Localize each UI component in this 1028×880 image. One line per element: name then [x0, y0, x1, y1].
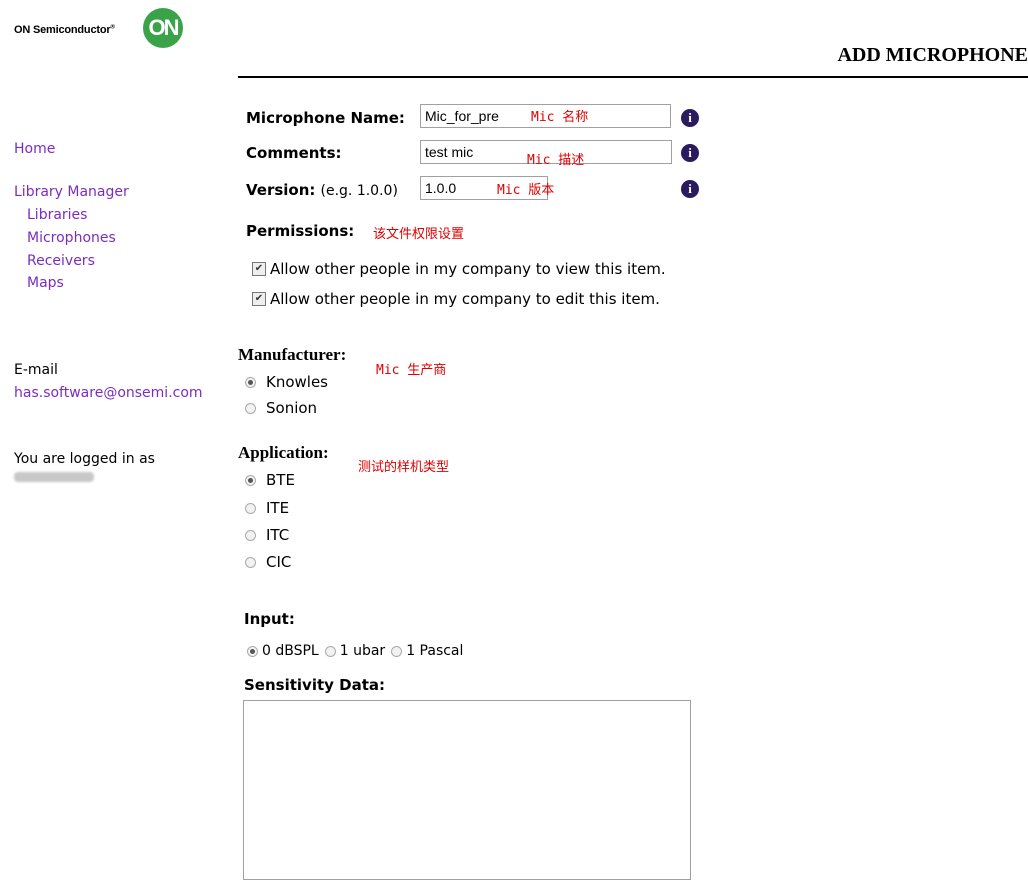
- manufacturer-label: Manufacturer:: [238, 345, 347, 364]
- registered-mark: ®: [110, 24, 115, 31]
- allow-view-label: Allow other people in my company to view…: [270, 260, 666, 278]
- allow-edit-checkbox[interactable]: ✔: [252, 292, 266, 306]
- logged-in-label: You are logged in as: [14, 451, 155, 467]
- sensitivity-data-label: Sensitivity Data:: [244, 676, 385, 694]
- comments-annotation: Mic 描述: [527, 153, 585, 168]
- email-label: E-mail: [14, 362, 58, 378]
- name-annotation: Mic 名称: [531, 110, 589, 125]
- itc-label: ITC: [266, 526, 290, 544]
- ite-radio[interactable]: [245, 502, 256, 514]
- ite-label: ITE: [266, 499, 290, 517]
- pascal-radio[interactable]: [391, 645, 403, 657]
- input-option-ubar[interactable]: 1 ubar: [324, 643, 386, 659]
- pascal-label: 1 Pascal: [406, 643, 464, 659]
- support-email-link[interactable]: has.software@onsemi.com: [14, 384, 203, 402]
- info-glyph: i: [688, 110, 692, 125]
- sonion-label: Sonion: [266, 399, 318, 417]
- bte-label: BTE: [266, 471, 295, 489]
- manufacturer-annotation: Mic 生产商: [376, 363, 447, 378]
- application-option-bte[interactable]: BTE: [245, 471, 295, 489]
- permissions-label: Permissions:: [246, 222, 355, 240]
- dbspl-label: 0 dBSPL: [262, 643, 319, 659]
- allow-view-option: ✔ Allow other people in my company to vi…: [252, 260, 666, 278]
- application-label: Application:: [238, 443, 329, 462]
- nav-library-manager-link[interactable]: Library Manager: [14, 183, 129, 201]
- application-annotation: 测试的样机类型: [358, 460, 450, 475]
- bte-radio[interactable]: [245, 474, 256, 486]
- sensitivity-data-textarea[interactable]: [243, 700, 691, 880]
- manufacturer-option-sonion[interactable]: Sonion: [245, 399, 317, 417]
- version-hint: (e.g. 1.0.0): [320, 183, 398, 199]
- comments-info-icon[interactable]: i: [681, 144, 699, 162]
- input-option-dbspl[interactable]: 0 dBSPL: [247, 643, 319, 659]
- info-glyph: i: [688, 181, 692, 196]
- input-unit-group: 0 dBSPL 1 ubar 1 Pascal: [247, 643, 463, 659]
- knowles-radio[interactable]: [245, 376, 256, 388]
- redacted-username: [14, 472, 94, 482]
- input-label: Input:: [244, 610, 295, 628]
- nav-home-link[interactable]: Home: [14, 140, 55, 158]
- nav-libraries-link[interactable]: Libraries: [27, 206, 87, 224]
- application-option-ite[interactable]: ITE: [245, 499, 289, 517]
- itc-radio[interactable]: [245, 529, 256, 541]
- version-label-group: Version: (e.g. 1.0.0): [246, 180, 398, 199]
- cic-label: CIC: [266, 553, 292, 571]
- permissions-annotation: 该文件权限设置: [373, 227, 465, 242]
- version-info-icon[interactable]: i: [681, 180, 699, 198]
- nav-maps-link[interactable]: Maps: [27, 274, 64, 292]
- ubar-label: 1 ubar: [339, 643, 386, 659]
- comments-label: Comments:: [246, 144, 342, 162]
- version-annotation: Mic 版本: [497, 183, 555, 198]
- allow-edit-option: ✔ Allow other people in my company to ed…: [252, 290, 660, 308]
- knowles-label: Knowles: [266, 373, 328, 391]
- ubar-radio[interactable]: [324, 645, 336, 657]
- nav-receivers-link[interactable]: Receivers: [27, 252, 95, 270]
- allow-view-checkbox[interactable]: ✔: [252, 262, 266, 276]
- allow-edit-label: Allow other people in my company to edit…: [270, 290, 660, 308]
- cic-radio[interactable]: [245, 556, 256, 568]
- input-option-pascal[interactable]: 1 Pascal: [391, 643, 463, 659]
- company-name: ON Semiconductor®: [14, 24, 115, 36]
- on-semi-logo: ON: [143, 8, 183, 48]
- application-option-cic[interactable]: CIC: [245, 553, 291, 571]
- title-divider: [238, 76, 1028, 78]
- nav-microphones-link[interactable]: Microphones: [27, 229, 116, 247]
- dbspl-radio[interactable]: [247, 645, 258, 657]
- page-title: ADD MICROPHONE: [837, 44, 1028, 66]
- sonion-radio[interactable]: [245, 402, 256, 414]
- company-name-text: ON Semiconductor: [14, 24, 111, 36]
- version-label: Version:: [246, 181, 316, 199]
- name-info-icon[interactable]: i: [681, 109, 699, 127]
- manufacturer-option-knowles[interactable]: Knowles: [245, 373, 328, 391]
- application-option-itc[interactable]: ITC: [245, 526, 289, 544]
- info-glyph: i: [688, 145, 692, 160]
- logo-text: ON: [148, 15, 180, 40]
- microphone-name-label: Microphone Name:: [246, 109, 405, 127]
